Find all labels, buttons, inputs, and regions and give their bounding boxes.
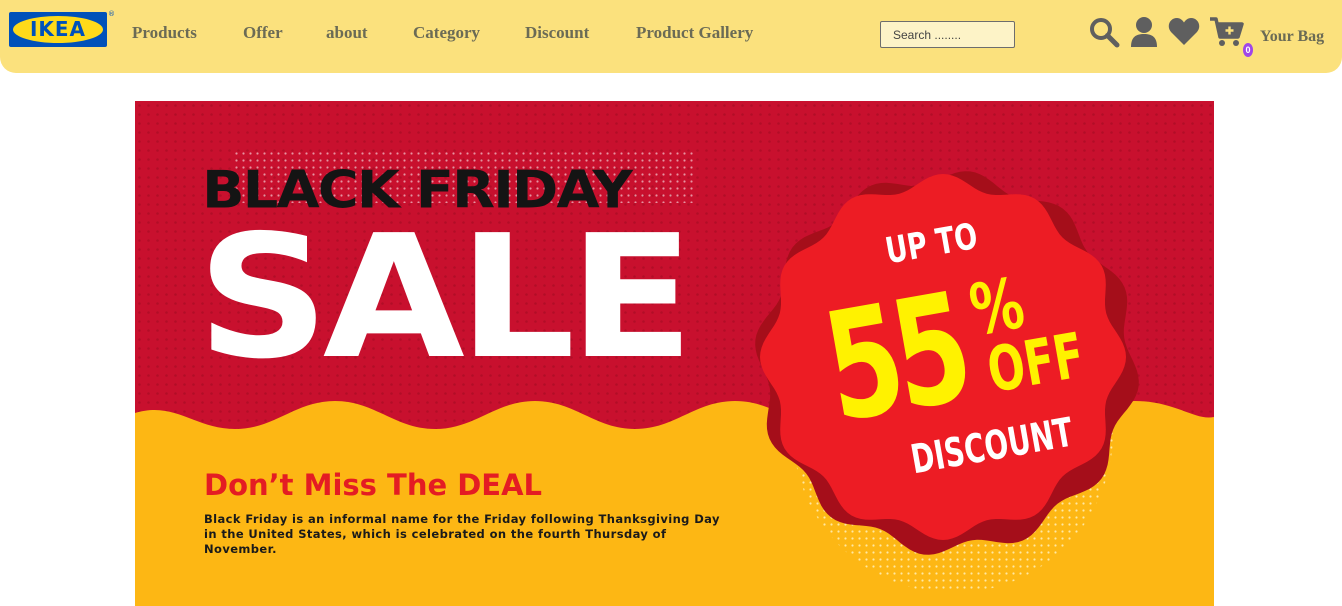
nav-link-category[interactable]: Category xyxy=(413,23,480,43)
user-icon[interactable] xyxy=(1130,16,1158,53)
deal-heading-emphasis: DEAL xyxy=(457,468,543,502)
nav-link-discount[interactable]: Discount xyxy=(525,23,589,43)
top-navbar: IKEA ® Products Offer about Category Dis… xyxy=(0,0,1342,73)
search-icon[interactable] xyxy=(1088,16,1120,53)
nav-link-products[interactable]: Products xyxy=(132,23,197,43)
nav-link-about[interactable]: about xyxy=(326,23,368,43)
cart-icon[interactable] xyxy=(1209,16,1245,53)
black-friday-banner[interactable]: BLACK FRIDAY SALE UP TO 55 % OFF DISCOUN… xyxy=(135,101,1214,606)
nav-link-offer[interactable]: Offer xyxy=(243,23,283,43)
banner-sale-text: SALE xyxy=(197,199,694,397)
bag-count-badge: 0 xyxy=(1243,43,1253,57)
ikea-logo[interactable]: IKEA xyxy=(9,12,107,47)
nav-link-product-gallery[interactable]: Product Gallery xyxy=(636,23,753,43)
deal-heading: Don’t Miss The DEAL xyxy=(204,467,542,503)
your-bag-link[interactable]: Your Bag xyxy=(1260,28,1324,46)
deal-description: Black Friday is an informal name for the… xyxy=(204,512,720,556)
badge-off: OFF xyxy=(981,318,1090,407)
heart-icon[interactable] xyxy=(1168,16,1200,51)
deal-heading-prefix: Don’t Miss The xyxy=(204,468,458,502)
badge-percentage-number: 55 xyxy=(812,261,977,457)
logo-text: IKEA xyxy=(29,17,87,41)
registered-mark: ® xyxy=(108,10,115,18)
search-input[interactable] xyxy=(880,21,1015,48)
